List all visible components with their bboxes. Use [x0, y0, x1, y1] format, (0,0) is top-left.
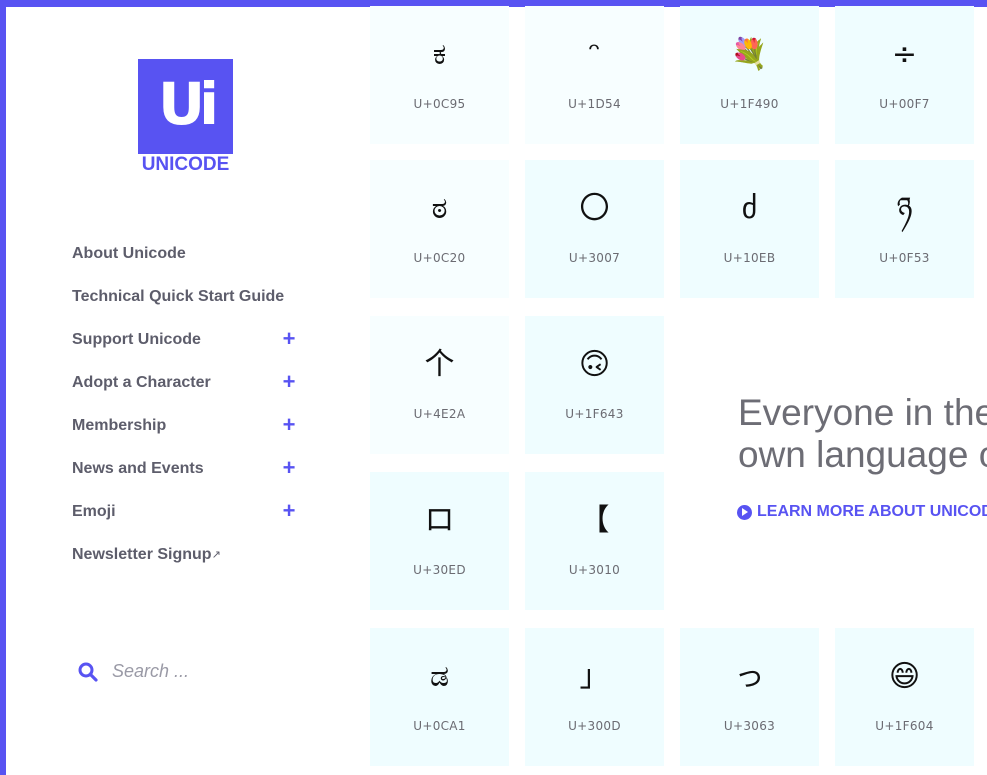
nav-item-label: News and Events [72, 459, 204, 477]
character-code: U+4E2A [413, 407, 466, 421]
character-glyph: 💐 [730, 37, 769, 72]
character-tile[interactable]: ロ U+30ED [370, 472, 509, 610]
character-glyph: 」 [579, 659, 610, 694]
character-code: U+3063 [723, 719, 776, 733]
character-glyph: ძ [741, 191, 758, 226]
character-code: U+10EB [723, 251, 776, 265]
character-code: U+00F7 [879, 97, 930, 111]
character-code: U+1F490 [720, 97, 779, 111]
expand-plus-icon[interactable]: + [280, 412, 298, 438]
character-code: U+0F53 [879, 251, 930, 265]
character-tile[interactable]: ÷ U+00F7 [835, 6, 974, 144]
nav-item-label: Newsletter Signup [72, 545, 212, 563]
logo-mark-text: Ui [158, 70, 219, 138]
character-tile[interactable]: 💐 U+1F490 [680, 6, 819, 144]
character-code: U+1F643 [565, 407, 624, 421]
character-tile[interactable]: 😄 U+1F604 [835, 628, 974, 766]
expand-plus-icon[interactable]: + [280, 369, 298, 395]
nav-item-news-and-events[interactable]: News and Events + [72, 447, 302, 490]
character-glyph: ᵔ [588, 37, 601, 72]
character-tile[interactable]: 」 U+300D [525, 628, 664, 766]
learn-more-link[interactable]: LEARN MORE ABOUT UNICODE [737, 503, 987, 521]
character-tile[interactable]: ಕ U+0C95 [370, 6, 509, 144]
character-glyph: 🙃 [578, 347, 611, 382]
nav-item-membership[interactable]: Membership + [72, 404, 302, 447]
character-glyph: 〇 [579, 191, 610, 226]
character-tile[interactable]: 个 U+4E2A [370, 316, 509, 454]
character-glyph: っ [734, 659, 765, 694]
character-code: U+0CA1 [413, 719, 466, 733]
logo-wordmark: UNICODE [141, 154, 230, 175]
character-tile[interactable]: ಡ U+0CA1 [370, 628, 509, 766]
play-circle-icon [737, 504, 752, 520]
character-glyph: 😄 [888, 659, 921, 694]
character-tile[interactable]: ಠ U+0C20 [370, 160, 509, 298]
character-code: U+1D54 [568, 97, 621, 111]
search-icon[interactable] [78, 662, 98, 682]
character-code: U+0C20 [413, 251, 466, 265]
character-glyph: ロ [424, 503, 455, 538]
character-tile[interactable]: ᵔ U+1D54 [525, 6, 664, 144]
character-code: U+30ED [413, 563, 466, 577]
character-code: U+300D [568, 719, 621, 733]
expand-plus-icon[interactable]: + [280, 326, 298, 352]
hero-line: own language o [738, 434, 987, 475]
character-glyph: ಠ [431, 191, 448, 226]
nav-item-adopt-a-character[interactable]: Adopt a Character + [72, 361, 302, 404]
nav-item-support-unicode[interactable]: Support Unicode + [72, 318, 302, 361]
nav-item-label: Membership [72, 416, 167, 434]
nav-item-label: Adopt a Character [72, 373, 211, 391]
character-tile[interactable]: 【 U+3010 [525, 472, 664, 610]
nav-item-label: Emoji [72, 502, 116, 520]
character-code: U+3010 [568, 563, 621, 577]
hero-text: Everyone in the own language o [738, 392, 987, 476]
nav-item-technical-quick-start-guide[interactable]: Technical Quick Start Guide [72, 275, 302, 318]
left-accent-bar [0, 0, 6, 775]
search-input[interactable] [112, 656, 292, 686]
hero-line: Everyone in the [738, 392, 987, 433]
character-code: U+0C95 [413, 97, 466, 111]
character-glyph: 【 [579, 503, 610, 538]
character-tile[interactable]: 🙃 U+1F643 [525, 316, 664, 454]
nav-item-emoji[interactable]: Emoji + [72, 490, 302, 533]
character-glyph: ཉ [896, 191, 913, 226]
nav-item-label: About Unicode [72, 244, 186, 262]
character-glyph: ಡ [429, 659, 450, 694]
character-glyph: ಕ [432, 37, 447, 72]
character-tile[interactable]: 〇 U+3007 [525, 160, 664, 298]
search-box [78, 656, 298, 688]
character-tile[interactable]: ཉ U+0F53 [835, 160, 974, 298]
character-tile[interactable]: ძ U+10EB [680, 160, 819, 298]
character-glyph: ÷ [891, 37, 918, 72]
unicode-logo[interactable]: Ui UNICODE [138, 59, 234, 176]
character-code: U+1F604 [875, 719, 934, 733]
nav-item-about-unicode[interactable]: About Unicode [72, 232, 302, 275]
character-tile[interactable]: っ U+3063 [680, 628, 819, 766]
character-glyph: 个 [424, 347, 455, 382]
sidebar-nav: About Unicode Technical Quick Start Guid… [72, 232, 302, 576]
expand-plus-icon[interactable]: + [280, 498, 298, 524]
character-code: U+3007 [568, 251, 621, 265]
nav-item-newsletter-signup[interactable]: Newsletter Signup ↗ [72, 533, 302, 576]
expand-plus-icon[interactable]: + [280, 455, 298, 481]
logo-mark-box: Ui [138, 59, 233, 154]
learn-more-label: LEARN MORE ABOUT UNICODE [757, 503, 987, 520]
external-link-icon: ↗ [211, 549, 221, 561]
nav-item-label: Support Unicode [72, 330, 201, 348]
nav-item-label: Technical Quick Start Guide [72, 287, 285, 305]
